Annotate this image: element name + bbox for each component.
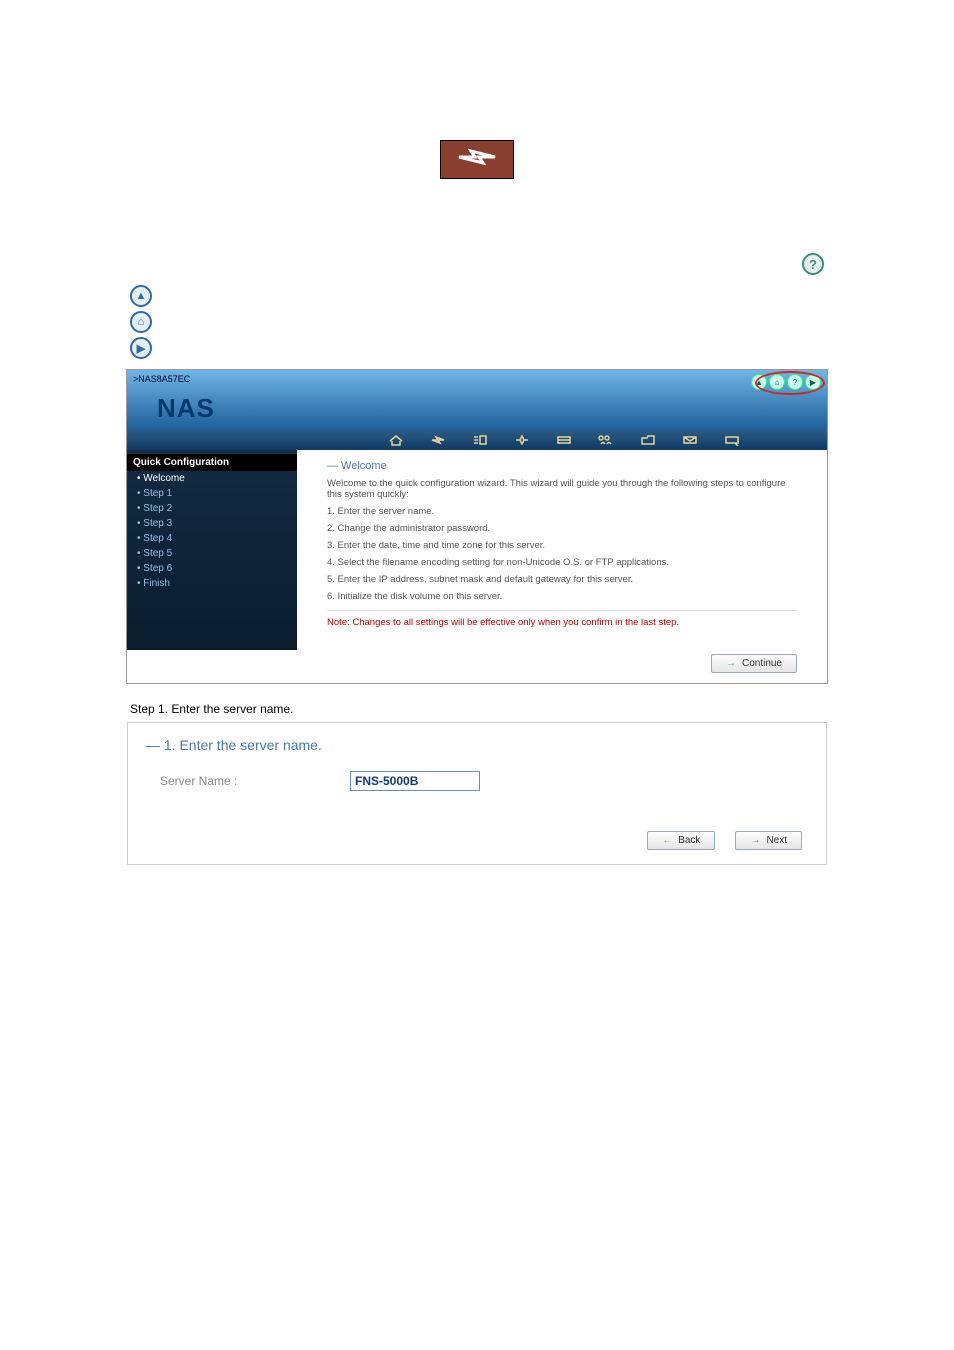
toolbar-tools-icon[interactable] <box>723 433 741 447</box>
step-line: 5. Enter the IP address, subnet mask and… <box>327 574 797 585</box>
step-line: 6. Initialize the disk volume on this se… <box>327 591 797 602</box>
toolbar-quick-icon[interactable] <box>429 433 447 447</box>
home-icon: ⌂ <box>130 311 152 333</box>
window-url: >NAS8A57EC <box>133 374 190 384</box>
sidebar-header: Quick Configuration <box>127 454 297 471</box>
toolbar-users-icon[interactable] <box>597 433 615 447</box>
nav-icons-legend: ▲ ⌂ ▶ <box>130 285 954 359</box>
toolbar-home-icon[interactable] <box>387 433 405 447</box>
toolbar-mail-icon[interactable] <box>681 433 699 447</box>
note-prefix: Note: <box>327 617 352 628</box>
continue-button[interactable]: → Continue <box>711 654 797 673</box>
arrow-right-icon: → <box>750 835 760 846</box>
main-panel: — Welcome Welcome to the quick configura… <box>297 450 827 650</box>
panel-intro: Welcome to the quick configuration wizar… <box>327 478 797 500</box>
sidebar-item-welcome[interactable]: • Welcome <box>127 471 297 486</box>
back-button[interactable]: ← Back <box>647 831 715 850</box>
server-name-label: Server Name : <box>160 774 320 788</box>
step1-screenshot: — 1. Enter the server name. Server Name … <box>127 722 827 865</box>
panel-title: — Welcome <box>327 460 797 472</box>
sidebar-item-step6[interactable]: • Step 6 <box>127 561 297 576</box>
main-toolbar <box>127 430 827 450</box>
toolbar-server-icon[interactable] <box>471 433 489 447</box>
forward-icon: ▶ <box>130 337 152 359</box>
nas-admin-screenshot: >NAS8A57EC NAS ▲ ⌂ ? ▶ Quick Configurati… <box>126 369 828 684</box>
help-icon: ? <box>802 253 824 275</box>
step-line: 1. Enter the server name. <box>327 506 797 517</box>
arrow-left-icon: ← <box>662 835 672 846</box>
toolbar-disk-icon[interactable] <box>555 433 573 447</box>
sidebar-item-step1[interactable]: • Step 1 <box>127 486 297 501</box>
back-icon: ▲ <box>130 285 152 307</box>
arrow-right-icon: → <box>726 658 736 669</box>
sidebar-item-step2[interactable]: • Step 2 <box>127 501 297 516</box>
step-line: 2. Change the administrator password. <box>327 523 797 534</box>
sidebar-item-step4[interactable]: • Step 4 <box>127 531 297 546</box>
step1-title: — 1. Enter the server name. <box>146 737 808 753</box>
sidebar-item-step3[interactable]: • Step 3 <box>127 516 297 531</box>
nas-brand: NAS <box>157 393 215 424</box>
brand-logo <box>440 140 514 179</box>
sidebar: Quick Configuration • Welcome • Step 1 •… <box>127 450 297 650</box>
next-button[interactable]: → Next <box>735 831 802 850</box>
sidebar-item-finish[interactable]: • Finish <box>127 576 297 591</box>
toolbar-network-icon[interactable] <box>513 433 531 447</box>
note-body: Changes to all settings will be effectiv… <box>352 617 679 628</box>
step-line: 4. Select the filename encoding setting … <box>327 557 797 568</box>
toolbar-folder-icon[interactable] <box>639 433 657 447</box>
sidebar-item-step5[interactable]: • Step 5 <box>127 546 297 561</box>
server-name-input[interactable] <box>350 771 480 791</box>
step1-description: Step 1. Enter the server name. <box>130 702 824 716</box>
highlight-oval <box>755 371 825 395</box>
step-line: 3. Enter the date, time and time zone fo… <box>327 540 797 551</box>
